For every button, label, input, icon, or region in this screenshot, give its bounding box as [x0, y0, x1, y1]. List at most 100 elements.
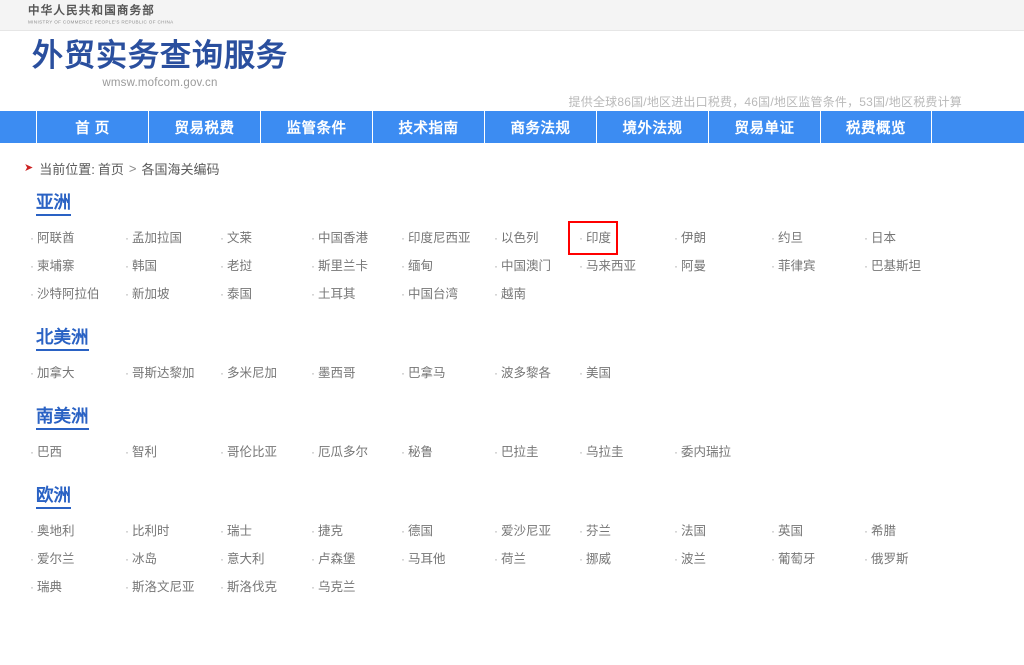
country-link[interactable]: · 爱尔兰 — [26, 549, 75, 569]
country-link[interactable]: · 日本 — [860, 228, 896, 248]
country-link[interactable]: · 瑞士 — [216, 521, 252, 541]
country-link[interactable]: · 希腊 — [860, 521, 896, 541]
country-link[interactable]: · 多米尼加 — [216, 363, 277, 383]
country-link[interactable]: · 乌克兰 — [307, 577, 356, 597]
bullet-icon: · — [311, 524, 315, 538]
country-link[interactable]: · 法国 — [670, 521, 706, 541]
nav-item-home[interactable]: 首 页 — [36, 111, 148, 143]
country-grid: · 阿联酋 · 孟加拉国 · 文莱 · 中国香港 · 印度尼西亚 · 以色列 · 印度 · 伊朗 · 约旦 · 日本 ·… — [26, 221, 1024, 312]
bullet-icon: · — [30, 366, 34, 380]
country-link[interactable]: · 约旦 — [767, 228, 803, 248]
country-link[interactable]: · 越南 — [490, 284, 526, 304]
country-link[interactable]: · 泰国 — [216, 284, 252, 304]
country-link[interactable]: · 智利 — [121, 442, 157, 462]
bullet-icon: · — [494, 445, 498, 459]
country-link[interactable]: · 以色列 — [490, 228, 539, 248]
country-label: 爱尔兰 — [37, 552, 75, 566]
country-link[interactable]: · 中国澳门 — [490, 256, 551, 276]
country-link[interactable]: · 斯里兰卡 — [307, 256, 368, 276]
country-link[interactable]: · 冰岛 — [121, 549, 157, 569]
region-section-north-america: 北美洲 · 加拿大 · 哥斯达黎加 · 多米尼加 · 墨西哥 · 巴拿马 · 波多黎各 · 美国 — [0, 326, 1024, 391]
country-link[interactable]: · 秘鲁 — [397, 442, 433, 462]
country-link[interactable]: · 意大利 — [216, 549, 265, 569]
country-link[interactable]: · 阿联酋 — [26, 228, 75, 248]
nav-item-tax-overview[interactable]: 税费概览 — [820, 111, 932, 143]
country-link[interactable]: · 菲律宾 — [767, 256, 816, 276]
country-link[interactable]: · 缅甸 — [397, 256, 433, 276]
country-link[interactable]: · 比利时 — [121, 521, 170, 541]
country-link[interactable]: · 巴拉圭 — [490, 442, 539, 462]
country-link[interactable]: · 葡萄牙 — [767, 549, 816, 569]
nav-item-trade-docs[interactable]: 贸易单证 — [708, 111, 820, 143]
country-label: 阿联酋 — [37, 231, 75, 245]
country-link[interactable]: · 瑞典 — [26, 577, 62, 597]
country-link[interactable]: · 波兰 — [670, 549, 706, 569]
country-link[interactable]: · 卢森堡 — [307, 549, 356, 569]
country-link[interactable]: · 捷克 — [307, 521, 343, 541]
site-url: wmsw.mofcom.gov.cn — [102, 77, 218, 89]
country-link[interactable]: · 爱沙尼亚 — [490, 521, 551, 541]
country-link[interactable]: · 中国台湾 — [397, 284, 458, 304]
country-label: 荷兰 — [501, 552, 527, 566]
nav-item-overseas-law[interactable]: 境外法规 — [596, 111, 708, 143]
nav-item-trade-tax[interactable]: 贸易税费 — [148, 111, 260, 143]
country-link[interactable]: · 波多黎各 — [490, 363, 551, 383]
country-link[interactable]: · 英国 — [767, 521, 803, 541]
country-label: 多米尼加 — [227, 366, 278, 380]
country-link[interactable]: · 巴西 — [26, 442, 62, 462]
country-link[interactable]: · 中国香港 — [307, 228, 368, 248]
nav-item-tech-guide[interactable]: 技术指南 — [372, 111, 484, 143]
country-link[interactable]: · 挪威 — [575, 549, 611, 569]
nav-item-regulations[interactable]: 监管条件 — [260, 111, 372, 143]
country-link[interactable]: · 巴基斯坦 — [860, 256, 921, 276]
country-label: 斯里兰卡 — [318, 259, 369, 273]
country-link[interactable]: · 芬兰 — [575, 521, 611, 541]
bullet-icon: · — [125, 445, 129, 459]
country-link[interactable]: · 斯洛伐克 — [216, 577, 277, 597]
country-link[interactable]: · 奥地利 — [26, 521, 75, 541]
nav-item-business-law[interactable]: 商务法规 — [484, 111, 596, 143]
country-link[interactable]: · 印度 — [567, 221, 619, 255]
country-link[interactable]: · 乌拉圭 — [575, 442, 624, 462]
bullet-icon: · — [674, 231, 678, 245]
country-link[interactable]: · 美国 — [575, 363, 611, 383]
country-link[interactable]: · 老挝 — [216, 256, 252, 276]
country-link[interactable]: · 土耳其 — [307, 284, 356, 304]
country-link[interactable]: · 斯洛文尼亚 — [121, 577, 195, 597]
country-link[interactable]: · 伊朗 — [670, 228, 706, 248]
country-label: 哥斯达黎加 — [132, 366, 195, 380]
breadcrumb-link-home[interactable]: 首页 — [98, 159, 124, 178]
country-link[interactable]: · 孟加拉国 — [121, 228, 182, 248]
country-link[interactable]: · 委内瑞拉 — [670, 442, 731, 462]
country-link[interactable]: · 加拿大 — [26, 363, 75, 383]
country-label: 老挝 — [227, 259, 253, 273]
bullet-icon: · — [220, 366, 224, 380]
country-link[interactable]: · 墨西哥 — [307, 363, 356, 383]
country-directory: 亚洲 · 阿联酋 · 孟加拉国 · 文莱 · 中国香港 · 印度尼西亚 · 以色列 · 印度 · 伊朗 · 约旦 · 日… — [0, 191, 1024, 605]
country-link[interactable]: · 哥斯达黎加 — [121, 363, 195, 383]
country-link[interactable]: · 厄瓜多尔 — [307, 442, 368, 462]
bullet-icon: · — [30, 524, 34, 538]
country-link[interactable]: · 马来西亚 — [575, 256, 636, 276]
country-label: 波兰 — [681, 552, 707, 566]
country-link[interactable]: · 俄罗斯 — [860, 549, 909, 569]
bullet-icon: · — [494, 287, 498, 301]
site-brand[interactable]: 外贸实务查询服务 wmsw.mofcom.gov.cn — [0, 31, 288, 91]
country-link[interactable]: · 巴拿马 — [397, 363, 446, 383]
country-link[interactable]: · 文莱 — [216, 228, 252, 248]
country-link[interactable]: · 韩国 — [121, 256, 157, 276]
bullet-icon: · — [494, 524, 498, 538]
bullet-icon: · — [579, 524, 583, 538]
country-link[interactable]: · 新加坡 — [121, 284, 170, 304]
country-label: 卢森堡 — [318, 552, 356, 566]
country-link[interactable]: · 德国 — [397, 521, 433, 541]
country-link[interactable]: · 印度尼西亚 — [397, 228, 471, 248]
country-link[interactable]: · 哥伦比亚 — [216, 442, 277, 462]
country-label: 奥地利 — [37, 524, 75, 538]
country-link[interactable]: · 柬埔寨 — [26, 256, 75, 276]
nav-left-pad — [0, 111, 36, 143]
country-link[interactable]: · 马耳他 — [397, 549, 446, 569]
country-link[interactable]: · 阿曼 — [670, 256, 706, 276]
country-link[interactable]: · 沙特阿拉伯 — [26, 284, 100, 304]
country-link[interactable]: · 荷兰 — [490, 549, 526, 569]
